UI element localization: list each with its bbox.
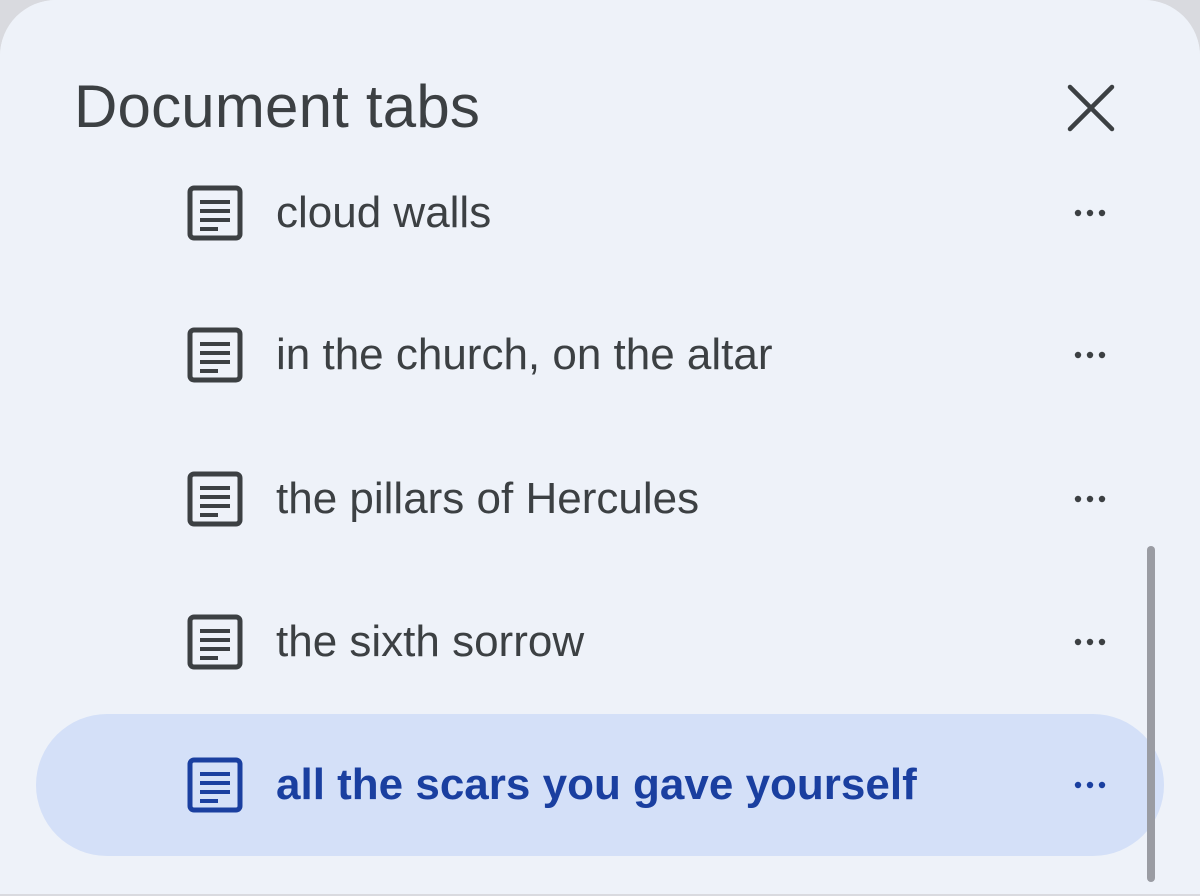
more-horizontal-icon	[1074, 781, 1106, 789]
document-icon	[186, 613, 244, 671]
tabs-list[interactable]: cloud walls in the church, on the altar …	[0, 180, 1200, 894]
tab-more-button[interactable]	[1066, 192, 1114, 234]
document-tabs-panel: Document tabs cloud walls in the church,…	[0, 0, 1200, 894]
tab-item-selected[interactable]: all the scars you gave yourself	[36, 714, 1164, 856]
tab-more-button[interactable]	[1066, 478, 1114, 520]
tab-item[interactable]: the pillars of Hercules	[36, 428, 1164, 570]
close-icon	[1067, 84, 1115, 132]
tab-item[interactable]: the sixth sorrow	[36, 571, 1164, 713]
tab-more-button[interactable]	[1066, 334, 1114, 376]
document-icon	[186, 756, 244, 814]
document-icon	[186, 326, 244, 384]
scrollbar[interactable]	[1147, 546, 1155, 882]
tab-label: in the church, on the altar	[276, 330, 773, 379]
more-horizontal-icon	[1074, 209, 1106, 217]
tab-label: all the scars you gave yourself	[276, 760, 917, 809]
document-icon	[186, 184, 244, 242]
tab-item[interactable]: cloud walls	[36, 180, 1164, 284]
panel-title: Document tabs	[74, 73, 481, 140]
close-button[interactable]	[1058, 78, 1124, 138]
tab-more-button[interactable]	[1066, 764, 1114, 806]
more-horizontal-icon	[1074, 495, 1106, 503]
panel-header: Document tabs	[0, 0, 1200, 180]
tab-label: the sixth sorrow	[276, 617, 585, 666]
tab-label: the pillars of Hercules	[276, 474, 700, 523]
more-horizontal-icon	[1074, 638, 1106, 646]
tab-item[interactable]: in the church, on the altar	[36, 284, 1164, 426]
document-icon	[186, 470, 244, 528]
tab-more-button[interactable]	[1066, 621, 1114, 663]
more-horizontal-icon	[1074, 351, 1106, 359]
tab-label: cloud walls	[276, 188, 492, 237]
